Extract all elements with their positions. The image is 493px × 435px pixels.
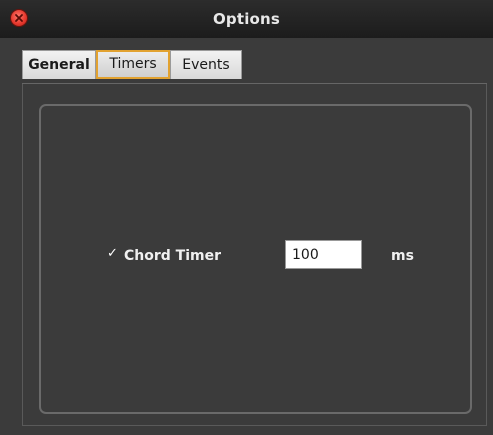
options-window: Options General Timers Events ✓ Chord Ti… <box>0 0 493 435</box>
timers-panel: ✓ Chord Timer ms <box>22 84 487 426</box>
chord-timer-label[interactable]: Chord Timer <box>124 240 221 272</box>
tab-timers[interactable]: Timers <box>96 50 170 79</box>
timers-group-box: ✓ Chord Timer ms <box>39 104 472 414</box>
tab-strip: General Timers Events <box>0 38 493 84</box>
chord-timer-row: ✓ Chord Timer ms <box>41 240 474 272</box>
window-title: Options <box>212 10 281 28</box>
tab-general[interactable]: General <box>22 50 96 79</box>
chord-timer-checkbox[interactable]: ✓ <box>107 247 119 260</box>
tab-events[interactable]: Events <box>170 50 242 79</box>
chord-timer-input[interactable] <box>285 240 362 269</box>
chord-timer-unit: ms <box>391 248 414 264</box>
title-bar: Options <box>0 0 493 38</box>
